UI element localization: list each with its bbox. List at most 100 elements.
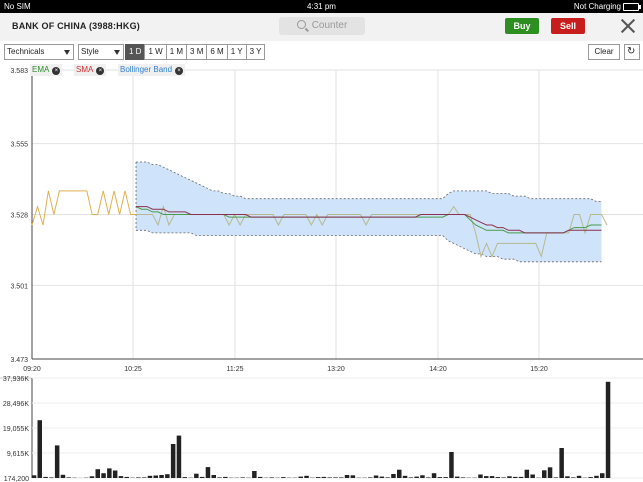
volume-bar (391, 474, 396, 478)
volume-bar (414, 476, 419, 478)
volume-bar (542, 470, 547, 478)
x-tick-label: 15:20 (530, 366, 548, 373)
volume-bar (136, 477, 141, 478)
volume-bar (443, 477, 448, 478)
volume-bar (194, 473, 199, 478)
legend-label: EMA (32, 65, 50, 74)
volume-bar (397, 469, 402, 478)
volume-bar (339, 477, 344, 478)
volume-bar (240, 477, 245, 478)
volume-bar (66, 477, 71, 478)
volume-bar (344, 475, 350, 478)
bollinger-band-area (136, 162, 602, 262)
volume-tick-label: 19,055K (3, 426, 29, 433)
volume-bar (101, 473, 106, 478)
volume-bar (588, 477, 593, 478)
legend-item-ema: EMA × (30, 64, 63, 76)
volume-tick-label: 174,200 (4, 476, 29, 482)
volume-bar (147, 475, 153, 478)
volume-bar (217, 477, 222, 478)
volume-bar (37, 420, 42, 478)
volume-bar (373, 475, 379, 478)
volume-bar (547, 467, 553, 478)
y-tick-label: 3.555 (10, 142, 28, 149)
volume-bar (298, 476, 303, 478)
volume-bar (321, 476, 327, 478)
y-tick-label: 3.528 (10, 213, 28, 220)
volume-bar (559, 448, 564, 478)
volume-bar (553, 477, 559, 478)
volume-bar (455, 476, 460, 478)
legend-label: Bollinger Band (120, 65, 173, 74)
volume-bar (507, 476, 512, 478)
volume-bar (484, 476, 489, 478)
volume-bar (327, 477, 332, 478)
volume-bar (368, 477, 373, 478)
y-tick-label: 3.583 (10, 68, 28, 75)
volume-bar (269, 477, 274, 478)
x-tick-label: 13:20 (327, 366, 345, 373)
volume-bar (408, 477, 414, 478)
volume-bar (333, 477, 338, 478)
x-tick-label: 09:20 (23, 366, 41, 373)
volume-bar (43, 476, 48, 478)
volume-bar (199, 476, 205, 478)
volume-bar (350, 475, 356, 478)
volume-bar (565, 476, 570, 478)
remove-indicator-icon[interactable]: × (175, 67, 184, 75)
volume-bar (431, 473, 437, 478)
volume-bar (176, 435, 182, 478)
volume-bar (489, 476, 495, 478)
volume-bar (223, 476, 228, 478)
y-tick-label: 3.501 (10, 283, 28, 290)
volume-bar (605, 381, 611, 478)
volume-tick-label: 37,936K (3, 376, 29, 383)
volume-bar (124, 476, 129, 478)
volume-bar (385, 477, 390, 478)
volume-bar (257, 476, 263, 478)
volume-bar (118, 476, 124, 478)
volume-bar (530, 474, 535, 478)
y-tick-label: 3.473 (10, 357, 28, 364)
volume-bar (600, 473, 605, 478)
volume-bar (95, 469, 100, 478)
volume-bar (205, 467, 211, 478)
volume-bar (252, 471, 257, 478)
remove-indicator-icon[interactable]: × (96, 67, 105, 75)
x-tick-label: 10:25 (124, 366, 142, 373)
volume-bar (524, 469, 530, 478)
volume-bar (426, 477, 431, 478)
x-tick-label: 11:25 (227, 366, 244, 373)
legend-label: SMA (76, 65, 94, 74)
volume-bar (460, 477, 466, 478)
volume-bar (107, 468, 112, 478)
volume-bar (54, 445, 60, 478)
volume-bar (304, 475, 309, 478)
volume-bar (211, 475, 216, 478)
volume-bar (170, 444, 176, 478)
volume-bar (571, 477, 576, 478)
volume-bar (112, 470, 118, 478)
volume-bar (281, 477, 286, 478)
volume-bar (315, 477, 321, 478)
volume-bar (165, 474, 170, 478)
volume-bar (89, 476, 95, 478)
volume-bar (495, 477, 501, 478)
volume-bar (402, 475, 408, 478)
volume-bar (159, 475, 164, 478)
volume-bar (501, 477, 506, 478)
volume-bar (60, 474, 66, 478)
volume-tick-label: 9,615K (7, 451, 30, 458)
volume-bar (449, 452, 454, 478)
volume-bar (153, 475, 158, 478)
volume-bar (31, 475, 37, 478)
price-line (31, 190, 136, 226)
remove-indicator-icon[interactable]: × (52, 67, 61, 75)
volume-bar (182, 477, 187, 478)
legend-item-sma: SMA × (74, 64, 107, 76)
volume-bar (141, 477, 147, 478)
volume-bar (576, 475, 582, 478)
legend-item-bollinger-band: Bollinger Band × (118, 64, 186, 76)
x-tick-label: 14:20 (429, 366, 447, 373)
volume-bar (513, 476, 518, 478)
